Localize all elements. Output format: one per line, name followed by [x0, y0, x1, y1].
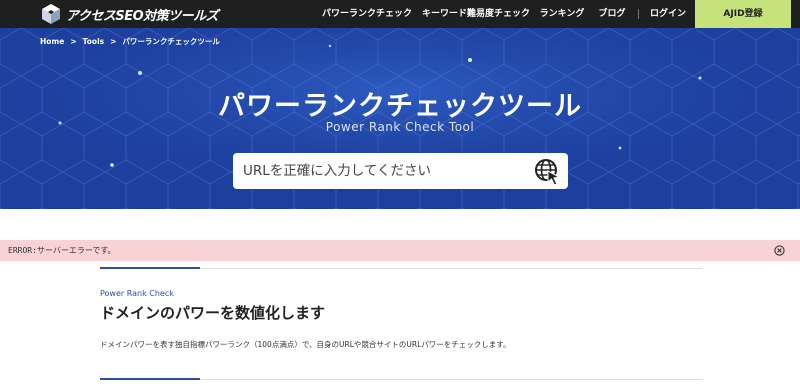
- site-logo[interactable]: アクセスSEO対策ツールズ: [40, 3, 219, 25]
- nav-power-rank-check[interactable]: パワーランクチェック: [322, 0, 412, 28]
- breadcrumb-current: パワーランクチェックツール: [122, 37, 220, 46]
- page-subtitle: Power Rank Check Tool: [325, 120, 475, 134]
- cube-logo-icon: [42, 4, 60, 24]
- url-input[interactable]: [243, 153, 523, 189]
- breadcrumb-tools[interactable]: Tools: [83, 37, 104, 46]
- breadcrumb-separator: >: [70, 37, 77, 46]
- register-button[interactable]: AJID登録: [695, 0, 791, 28]
- section-heading: ドメインのパワーを数値化します: [100, 304, 326, 322]
- site-header: アクセスSEO対策ツールズ パワーランクチェック キーワード難易度チェック ラン…: [0, 0, 800, 28]
- breadcrumb-home[interactable]: Home: [40, 37, 64, 46]
- section-accent-bar: [100, 378, 200, 380]
- nav-ranking[interactable]: ランキング: [539, 0, 585, 28]
- error-message: ERROR:サーバーエラーです。: [8, 246, 116, 255]
- nav-keyword-difficulty-check[interactable]: キーワード難易度チェック: [422, 0, 530, 28]
- hero-section: Home > Tools > パワーランクチェックツール パワーランクチェックツ…: [0, 28, 800, 209]
- section-description: ドメインパワーを表す独自指標パワーランク（100点満点）で、自身のURLや競合サ…: [100, 340, 511, 349]
- nav-blog[interactable]: ブログ: [597, 0, 627, 28]
- section-accent-bar: [100, 267, 200, 269]
- breadcrumb: Home > Tools > パワーランクチェックツール: [40, 36, 220, 47]
- error-banner: ERROR:サーバーエラーです。: [0, 240, 800, 261]
- section-kicker: Power Rank Check: [100, 289, 174, 298]
- close-circle-icon[interactable]: [774, 245, 785, 256]
- nav-login[interactable]: ログイン: [648, 0, 688, 28]
- nav-divider: [638, 9, 639, 19]
- breadcrumb-separator: >: [110, 37, 117, 46]
- logo-text: アクセスSEO対策ツールズ: [66, 8, 219, 24]
- page-title: パワーランクチェックツール: [218, 91, 582, 122]
- url-search-box: [233, 153, 568, 189]
- globe-cursor-icon[interactable]: [533, 157, 561, 185]
